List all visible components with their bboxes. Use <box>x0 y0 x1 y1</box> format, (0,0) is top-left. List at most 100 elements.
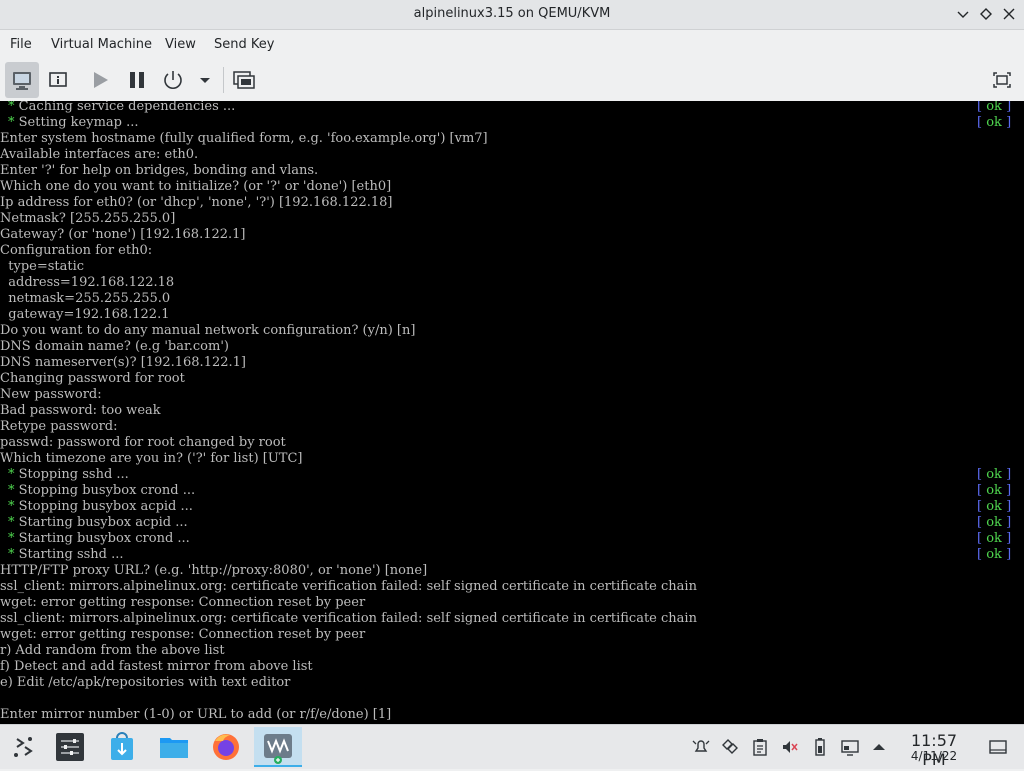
console-bullet: * <box>8 531 15 546</box>
status-ok-word: ok <box>986 547 1002 562</box>
console-line: * Starting sshd ... [ ok ] <box>0 547 1024 563</box>
console-line-text: Enter mirror number (1-0) or URL to add … <box>0 707 392 722</box>
console-bullet: * <box>8 115 15 130</box>
console-line-text: Netmask? [255.255.255.0] <box>0 211 176 226</box>
vm-console[interactable]: * Caching service dependencies ... [ ok ]… <box>0 101 1024 724</box>
toolbar-separator <box>223 67 224 93</box>
console-bullet: * <box>8 515 15 530</box>
menu-file[interactable]: File <box>10 37 32 52</box>
status-bracket-open: [ <box>977 531 987 546</box>
menu-virtual-machine[interactable]: Virtual Machine <box>51 37 152 52</box>
clipboard-icon <box>753 739 767 756</box>
console-line-text: Retype password: <box>0 419 118 434</box>
status-bracket-open: [ <box>977 101 987 114</box>
status-ok: [ ok ] <box>977 101 1011 115</box>
console-line-text: address=192.168.122.18 <box>0 275 175 290</box>
fullscreen-button[interactable] <box>986 62 1018 98</box>
console-line-text: ssl_client: mirrors.alpinelinux.org: cer… <box>0 579 697 594</box>
firefox-button[interactable] <box>206 727 246 767</box>
display-button[interactable] <box>840 737 860 757</box>
kde-connect-button[interactable] <box>720 737 740 757</box>
console-line: DNS nameserver(s)? [192.168.122.1] <box>0 355 1024 371</box>
notifications-button[interactable] <box>691 737 711 757</box>
shutdown-button[interactable] <box>157 62 189 98</box>
console-line-text: New password: <box>0 387 102 402</box>
console-view-button[interactable] <box>5 62 39 98</box>
details-button[interactable] <box>42 62 74 98</box>
console-line-text: DNS nameserver(s)? [192.168.122.1] <box>0 355 246 370</box>
console-line: Available interfaces are: eth0. <box>0 147 1024 163</box>
console-line: * Starting busybox acpid ... [ ok ] <box>0 515 1024 531</box>
console-line-text: Bad password: too weak <box>0 403 161 418</box>
console-line-text: Enter system hostname (fully qualified f… <box>0 131 488 146</box>
console-line-text: Stopping busybox acpid ... <box>18 499 193 514</box>
virt-manager-task[interactable] <box>254 727 302 767</box>
system-settings-button[interactable] <box>50 727 90 767</box>
console-line: HTTP/FTP proxy URL? (e.g. 'http://proxy:… <box>0 563 1024 579</box>
console-line-text: f) Detect and add fastest mirror from ab… <box>0 659 313 674</box>
volume-button[interactable] <box>780 737 800 757</box>
console-line-text: e) Edit /etc/apk/repositories with text … <box>0 675 291 690</box>
console-line-text: Which one do you want to initialize? (or… <box>0 179 392 194</box>
status-ok-word: ok <box>986 499 1002 514</box>
console-line: passwd: password for root changed by roo… <box>0 435 1024 451</box>
pause-button[interactable] <box>121 62 153 98</box>
console-line-text: HTTP/FTP proxy URL? (e.g. 'http://proxy:… <box>0 563 428 578</box>
application-launcher-icon <box>14 737 33 757</box>
window-titlebar[interactable]: alpinelinux3.15 on QEMU/KVM <box>0 0 1024 30</box>
status-ok-word: ok <box>986 531 1002 546</box>
kde-connect-icon <box>722 739 738 754</box>
discover-button[interactable] <box>102 727 142 767</box>
console-output: * Caching service dependencies ... [ ok ]… <box>0 101 1024 723</box>
run-button[interactable] <box>84 62 116 98</box>
menu-bar: File Virtual Machine View Send Key <box>0 30 1024 59</box>
tray-expand-button[interactable] <box>869 737 889 757</box>
console-line-text: wget: error getting response: Connection… <box>0 595 366 610</box>
status-ok: [ ok ] <box>977 467 1011 483</box>
status-bracket-close: ] <box>1001 101 1012 114</box>
console-line-text: Which timezone are you in? ('?' for list… <box>0 451 303 466</box>
console-line-text: Caching service dependencies ... <box>18 101 236 114</box>
status-ok-word: ok <box>986 483 1002 498</box>
show-desktop-button[interactable] <box>988 737 1008 757</box>
menu-view[interactable]: View <box>165 37 196 52</box>
tray-expand-icon <box>873 744 885 750</box>
file-manager-icon <box>160 738 188 758</box>
console-bullet: * <box>8 101 15 114</box>
console-line: Retype password: <box>0 419 1024 435</box>
console-line: New password: <box>0 387 1024 403</box>
menu-send-key[interactable]: Send Key <box>214 37 274 52</box>
volume-muted-icon <box>783 741 798 753</box>
close-icon[interactable] <box>999 4 1019 24</box>
battery-button[interactable] <box>810 737 830 757</box>
status-ok: [ ok ] <box>977 483 1011 499</box>
console-line-text: Available interfaces are: eth0. <box>0 147 199 162</box>
application-launcher-button[interactable] <box>3 727 43 767</box>
status-ok: [ ok ] <box>977 547 1011 563</box>
console-line-text: passwd: password for root changed by roo… <box>0 435 286 450</box>
clipboard-button[interactable] <box>750 737 770 757</box>
status-ok: [ ok ] <box>977 499 1011 515</box>
console-line: Configuration for eth0: <box>0 243 1024 259</box>
status-bracket-open: [ <box>977 467 987 482</box>
file-manager-button[interactable] <box>154 727 194 767</box>
console-line: Bad password: too weak <box>0 403 1024 419</box>
console-line-text: Changing password for root <box>0 371 185 386</box>
clock-date[interactable]: 4/11/22 <box>898 749 970 763</box>
console-line: Netmask? [255.255.255.0] <box>0 211 1024 227</box>
maximize-icon[interactable] <box>976 4 996 24</box>
console-line: * Starting busybox crond ... [ ok ] <box>0 531 1024 547</box>
console-line: Gateway? (or 'none') [192.168.122.1] <box>0 227 1024 243</box>
status-bracket-close: ] <box>1001 547 1012 562</box>
console-line-text: Stopping busybox crond ... <box>18 483 196 498</box>
battery-icon <box>815 738 825 756</box>
console-line: Which one do you want to initialize? (or… <box>0 179 1024 195</box>
console-line: wget: error getting response: Connection… <box>0 627 1024 643</box>
status-ok-word: ok <box>986 101 1002 114</box>
minimize-icon[interactable] <box>953 4 973 24</box>
console-line-text: type=static <box>0 259 85 274</box>
shutdown-menu-button[interactable] <box>194 62 216 98</box>
snapshots-button[interactable] <box>228 62 260 98</box>
status-bracket-close: ] <box>1001 115 1012 130</box>
